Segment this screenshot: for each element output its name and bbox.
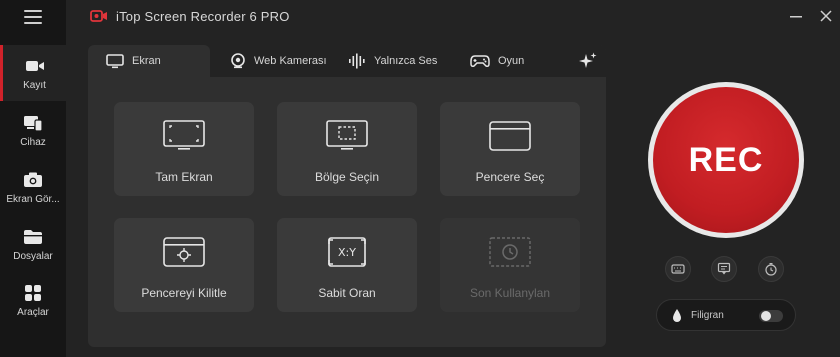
app-logo-icon (90, 9, 108, 23)
folder-icon (22, 227, 44, 247)
mode-card-pencere-sec[interactable]: Pencere Seç (440, 102, 580, 196)
fixed-ratio-icon: X:Y (324, 234, 370, 270)
mode-card-bolge-secin[interactable]: Bölge Seçin (277, 102, 417, 196)
menu-icon[interactable] (24, 10, 42, 24)
sidebar-item-cihaz[interactable]: Cihaz (0, 102, 66, 158)
subtitle-icon (717, 262, 731, 275)
sidebar-item-ekran-goruntusu[interactable]: Ekran Gör... (0, 159, 66, 215)
mode-label: Son Kullanylan (469, 286, 551, 300)
mode-label: Bölge Seçin (314, 170, 380, 184)
watermark-control: Filigran (656, 299, 796, 331)
lock-window-icon (161, 234, 207, 270)
recording-mode-panel: Ekran Web Kamerası Yalnızca Ses Oyun Tam… (88, 45, 606, 347)
mode-card-pencereyi-kilitle[interactable]: Pencereyi Kilitle (114, 218, 254, 312)
keyboard-button[interactable] (665, 256, 691, 282)
timer-button[interactable] (758, 256, 784, 282)
mode-label: Pencereyi Kilitle (141, 286, 227, 300)
tab-label: Ekran (132, 55, 161, 67)
sidebar-item-label: Cihaz (20, 136, 46, 148)
watermark-label: Filigran (691, 310, 724, 321)
tab-bar: Ekran Web Kamerası Yalnızca Ses Oyun (88, 45, 606, 77)
svg-text:X:Y: X:Y (338, 246, 356, 259)
tab-label: Oyun (498, 55, 525, 67)
mode-card-tam-ekran[interactable]: Tam Ekran (114, 102, 254, 196)
minimize-icon (790, 16, 802, 18)
mode-label: Tam Ekran (155, 170, 213, 184)
sidebar: Kayıt Cihaz Ekran Gör... Dosyalar Araçla… (0, 0, 66, 357)
record-label: REC (688, 140, 764, 179)
record-button-face: REC (653, 87, 799, 233)
app-title: iTop Screen Recorder 6 PRO (116, 9, 290, 24)
gamepad-icon (470, 54, 490, 68)
subtitle-button[interactable] (711, 256, 737, 282)
sidebar-item-araclar[interactable]: Araçlar (0, 272, 66, 328)
timer-icon (765, 263, 777, 276)
tab-ekran[interactable]: Ekran (88, 45, 210, 77)
webcam-icon (230, 53, 246, 69)
tab-label: Web Kamerası (254, 55, 327, 67)
sidebar-item-kayit[interactable]: Kayıt (0, 45, 66, 101)
sparkle-ai-icon[interactable] (578, 51, 598, 71)
water-drop-icon (671, 308, 683, 329)
screenshot-camera-icon (22, 170, 44, 190)
sidebar-item-dosyalar[interactable]: Dosyalar (0, 216, 66, 272)
record-button[interactable]: REC (648, 82, 804, 238)
mode-label: Sabit Oran (318, 286, 376, 300)
camera-icon (24, 56, 46, 76)
toggle-knob (761, 311, 771, 321)
mode-card-son-kullanilan: Son Kullanylan (440, 218, 580, 312)
watermark-toggle[interactable] (759, 310, 783, 322)
keyboard-icon (671, 264, 685, 274)
window-icon (487, 118, 533, 154)
tab-yalnizca-ses[interactable]: Yalnızca Ses (348, 45, 437, 77)
device-icon (22, 113, 44, 133)
title-bar: iTop Screen Recorder 6 PRO (66, 0, 840, 34)
tab-label: Yalnızca Ses (374, 55, 438, 67)
sidebar-item-label: Ekran Gör... (6, 193, 60, 205)
mode-card-sabit-oran[interactable]: X:Y Sabit Oran (277, 218, 417, 312)
sidebar-item-label: Dosyalar (13, 250, 53, 262)
region-monitor-icon (324, 118, 370, 154)
mode-label: Pencere Seç (475, 170, 545, 184)
sidebar-item-label: Kayıt (23, 79, 46, 91)
tools-grid-icon (22, 283, 44, 303)
tab-web-kamerasi[interactable]: Web Kamerası (230, 45, 327, 77)
history-icon (487, 234, 533, 270)
tab-oyun[interactable]: Oyun (470, 45, 524, 77)
sidebar-item-label: Araçlar (17, 306, 49, 318)
fullscreen-monitor-icon (161, 118, 207, 154)
minimize-button[interactable] (786, 6, 806, 26)
close-button[interactable] (816, 6, 836, 26)
monitor-icon (106, 53, 124, 69)
audio-wave-icon (348, 53, 366, 69)
close-icon (820, 10, 832, 22)
